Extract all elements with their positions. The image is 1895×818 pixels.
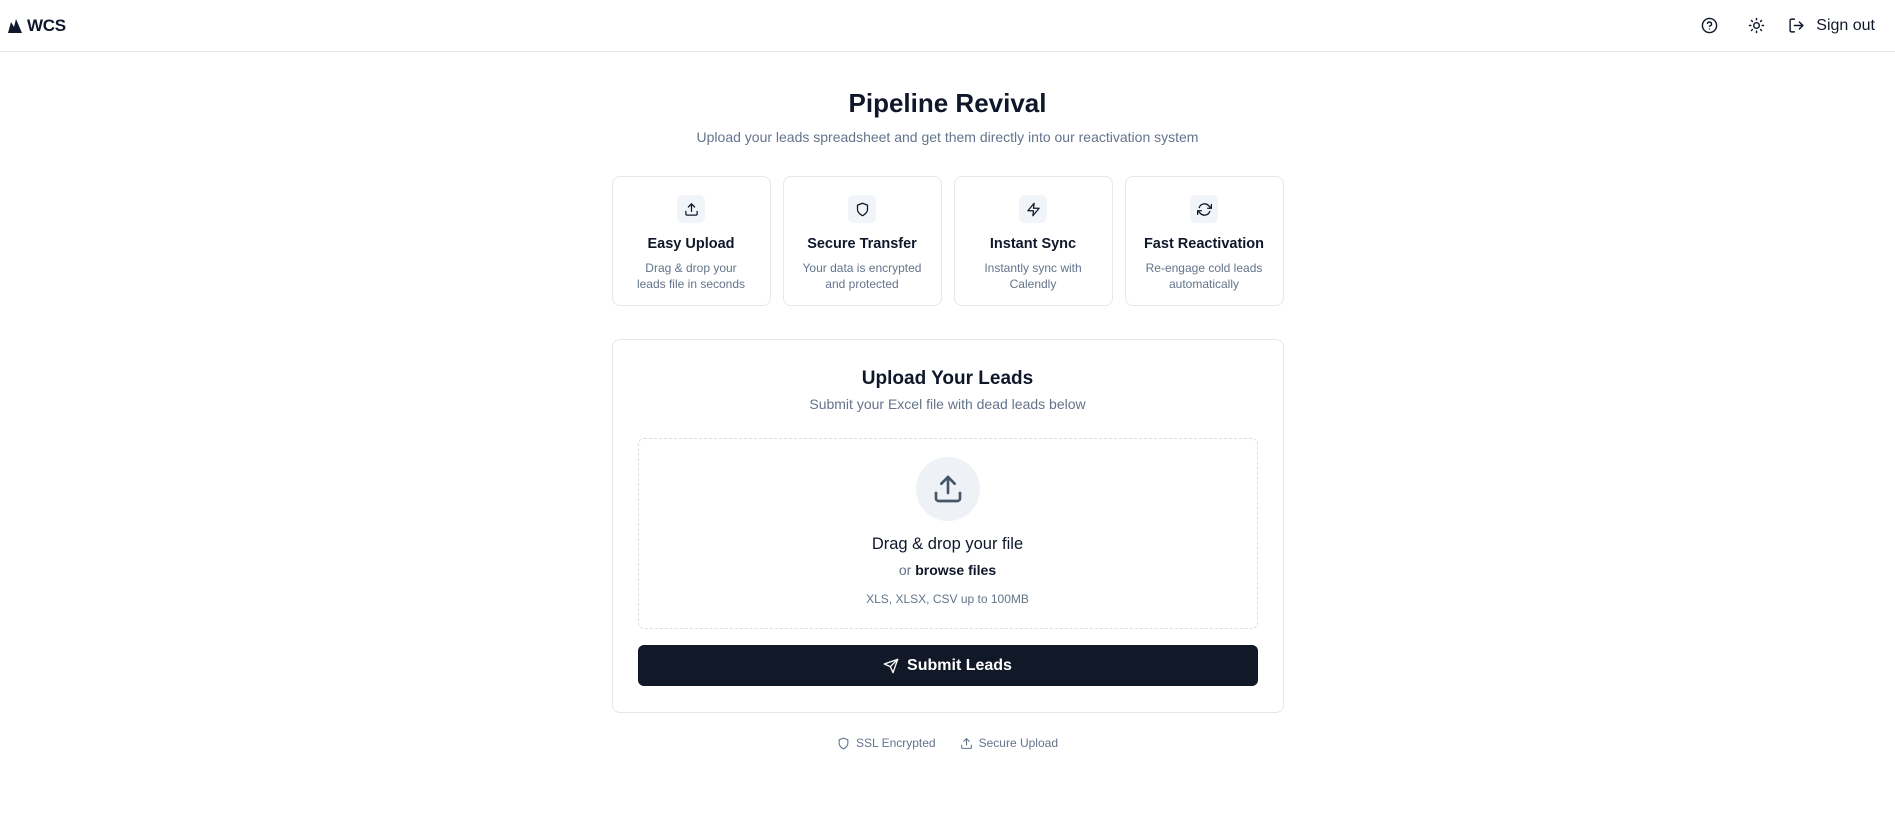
feature-description: Instantly sync with Calendly bbox=[984, 261, 1082, 291]
log-out-icon bbox=[1789, 18, 1804, 33]
brand-name: WCS bbox=[27, 15, 66, 35]
send-icon bbox=[883, 658, 899, 673]
help-button[interactable] bbox=[1694, 11, 1724, 41]
shield-icon bbox=[838, 737, 849, 749]
upload-card: Upload Your Leads Submit your Excel file… bbox=[611, 339, 1284, 713]
ssl-encrypted-badge: SSL Encrypted bbox=[837, 736, 936, 750]
feature-icon-box bbox=[1019, 195, 1047, 223]
dropzone-icon-circle bbox=[915, 457, 980, 521]
submit-leads-button[interactable]: Submit Leads bbox=[637, 645, 1258, 686]
main-content: Pipeline Revival Upload your leads sprea… bbox=[611, 52, 1284, 750]
sign-out-button[interactable]: Sign out bbox=[1788, 17, 1875, 35]
page-subtitle: Upload your leads spreadsheet and get th… bbox=[696, 129, 1199, 145]
feature-title: Instant Sync bbox=[989, 236, 1077, 252]
theme-toggle-button[interactable] bbox=[1741, 11, 1771, 41]
feature-card-easy-upload: Easy Upload Drag & drop your leads file … bbox=[611, 176, 771, 306]
trust-label: Secure Upload bbox=[978, 736, 1058, 750]
zap-icon bbox=[1026, 202, 1040, 216]
feature-cards: Easy Upload Drag & drop your leads file … bbox=[611, 176, 1284, 306]
feature-card-secure-transfer: Secure Transfer Your data is encrypted a… bbox=[782, 176, 942, 306]
header-actions: Sign out bbox=[1677, 11, 1875, 41]
upload-card-subtitle: Submit your Excel file with dead leads b… bbox=[809, 396, 1086, 412]
trust-label: SSL Encrypted bbox=[856, 736, 936, 750]
feature-title: Easy Upload bbox=[647, 236, 735, 252]
upload-card-title: Upload Your Leads bbox=[861, 368, 1034, 389]
feature-card-fast-reactivation: Fast Reactivation Re-engage cold leads a… bbox=[1124, 176, 1284, 306]
or-text: or bbox=[898, 562, 912, 578]
dropzone-title: Drag & drop your file bbox=[871, 535, 1024, 553]
page-title: Pipeline Revival bbox=[848, 88, 1047, 118]
file-dropzone[interactable]: Drag & drop your file or browse files XL… bbox=[637, 438, 1258, 629]
upload-icon bbox=[960, 737, 972, 749]
feature-description: Drag & drop your leads file in seconds bbox=[636, 261, 746, 291]
browse-files-link[interactable]: browse files bbox=[915, 562, 996, 578]
submit-label: Submit Leads bbox=[907, 656, 1012, 674]
feature-icon-box bbox=[848, 195, 876, 223]
feature-icon-box bbox=[677, 195, 705, 223]
shield-icon bbox=[856, 202, 868, 216]
file-type-hint: XLS, XLSX, CSV up to 100MB bbox=[866, 592, 1029, 606]
feature-icon-box bbox=[1190, 195, 1218, 223]
secure-upload-badge: Secure Upload bbox=[960, 736, 1058, 750]
upload-icon bbox=[934, 475, 961, 503]
feature-description: Re-engage cold leads automatically bbox=[1145, 261, 1263, 291]
flame-logo-icon bbox=[8, 18, 22, 33]
sign-out-label: Sign out bbox=[1816, 16, 1875, 34]
help-circle-icon bbox=[1701, 17, 1718, 34]
brand-logo[interactable]: WCS bbox=[7, 16, 66, 36]
feature-title: Fast Reactivation bbox=[1143, 236, 1265, 252]
top-bar: WCS Sign out bbox=[0, 0, 1895, 52]
sun-icon bbox=[1748, 17, 1765, 34]
upload-icon bbox=[684, 202, 698, 216]
dropzone-or-line: or browse files bbox=[899, 561, 996, 579]
refresh-icon bbox=[1196, 202, 1212, 216]
feature-description: Your data is encrypted and protected bbox=[802, 261, 922, 291]
feature-title: Secure Transfer bbox=[807, 236, 917, 252]
feature-card-instant-sync: Instant Sync Instantly sync with Calendl… bbox=[953, 176, 1113, 306]
trust-badges: SSL Encrypted Secure Upload bbox=[612, 736, 1284, 750]
